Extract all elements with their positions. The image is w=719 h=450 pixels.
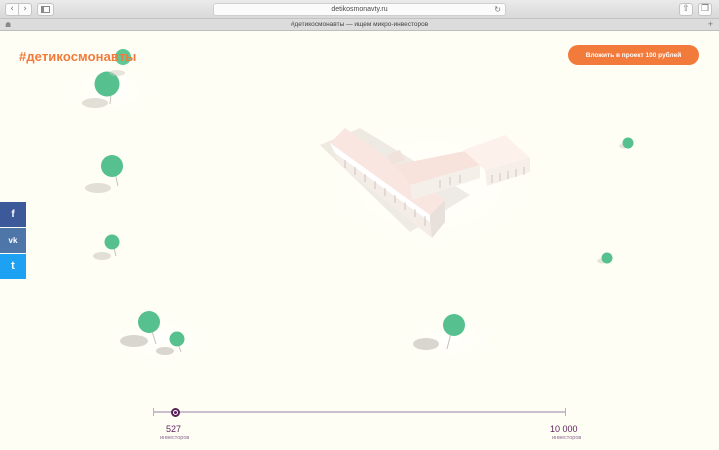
chevron-left-icon: ‹ bbox=[10, 4, 14, 14]
forward-button[interactable]: › bbox=[18, 3, 32, 16]
track-end-cap bbox=[565, 408, 566, 416]
vk-icon: vk bbox=[8, 236, 18, 245]
tabs-icon: ❐ bbox=[700, 4, 710, 14]
site-hashtag-title[interactable]: #детикосмонавты bbox=[19, 49, 137, 64]
investors-progress-track bbox=[153, 408, 566, 416]
browser-window: ‹ › detikosmonavty.ru ↻ ⇧ ❐ ☗ #детикосмо… bbox=[0, 0, 719, 450]
facebook-icon: f bbox=[11, 209, 15, 220]
tree bbox=[597, 252, 613, 264]
reload-icon[interactable]: ↻ bbox=[494, 4, 501, 15]
sidebar-toggle-button[interactable] bbox=[37, 3, 54, 16]
twitter-share-button[interactable]: t bbox=[0, 254, 26, 279]
goal-investors-label: инвесторов bbox=[552, 435, 582, 441]
tab-title[interactable]: #детикосмонавты — ищем микро-инвесторов bbox=[0, 20, 719, 30]
chevron-right-icon: › bbox=[23, 4, 27, 14]
tabs-overview-button[interactable]: ❐ bbox=[698, 3, 712, 16]
twitter-icon: t bbox=[11, 260, 15, 272]
share-icon: ⇧ bbox=[682, 4, 690, 14]
invest-100-rubles-button[interactable]: Вложить в проект 100 рублей bbox=[568, 45, 699, 65]
address-bar[interactable]: detikosmonavty.ru ↻ bbox=[213, 3, 506, 16]
tree bbox=[93, 234, 120, 260]
vk-share-button[interactable]: vk bbox=[0, 228, 26, 253]
url-text: detikosmonavty.ru bbox=[331, 6, 388, 13]
scene-illustration bbox=[50, 49, 634, 375]
sidebar-icon bbox=[41, 6, 50, 13]
back-button[interactable]: ‹ bbox=[5, 3, 19, 16]
tree bbox=[85, 155, 123, 193]
tree bbox=[619, 137, 634, 149]
browser-toolbar: ‹ › detikosmonavty.ru ↻ ⇧ ❐ bbox=[0, 0, 719, 19]
share-button[interactable]: ⇧ bbox=[679, 3, 693, 16]
goal-investors-count: 10 000 bbox=[550, 424, 578, 434]
tab-bar: ☗ #детикосмонавты — ищем микро-инвесторо… bbox=[0, 19, 719, 31]
current-investors-count: 527 bbox=[166, 424, 182, 434]
track-start-cap bbox=[153, 408, 154, 416]
current-investors-label: инвесторов bbox=[160, 435, 190, 441]
new-tab-icon[interactable]: + bbox=[708, 19, 713, 30]
investors-progress-marker bbox=[171, 408, 180, 417]
facebook-share-button[interactable]: f bbox=[0, 202, 26, 227]
